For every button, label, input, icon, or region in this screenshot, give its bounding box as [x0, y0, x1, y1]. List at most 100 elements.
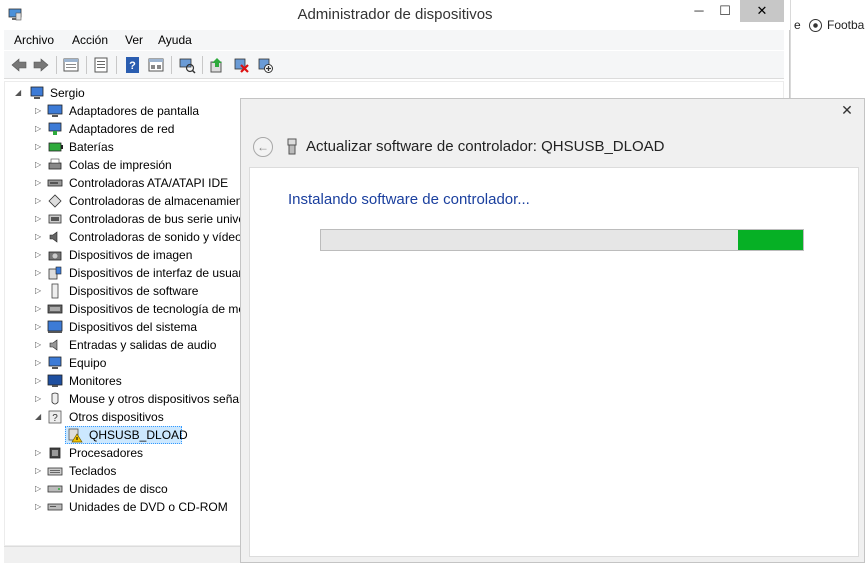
tree-item[interactable]: ▷ Dispositivos del sistema: [5, 318, 240, 336]
expand-arrow-icon[interactable]: ▷: [35, 359, 43, 367]
expand-arrow-icon[interactable]: ▷: [35, 125, 43, 133]
speaker-icon: [47, 337, 63, 353]
menu-ver[interactable]: Ver: [125, 33, 143, 47]
expand-arrow-icon[interactable]: ▷: [35, 161, 43, 169]
expand-arrow-icon[interactable]: ▷: [35, 233, 43, 241]
expand-arrow-icon[interactable]: ▷: [35, 143, 43, 151]
tree-item-label: Otros dispositivos: [69, 410, 164, 424]
hid-icon: [47, 265, 63, 281]
tree-item[interactable]: ▷ Dispositivos de tecnología de memoria: [5, 300, 240, 318]
tree-item[interactable]: ▷ Procesadores: [5, 444, 240, 462]
expand-arrow-icon[interactable]: ▷: [35, 341, 43, 349]
expand-arrow-icon[interactable]: ▷: [35, 377, 43, 385]
camera-icon: [47, 247, 63, 263]
toolbar: ?: [4, 51, 784, 79]
tree-item[interactable]: ▷ Entradas y salidas de audio: [5, 336, 240, 354]
tree-item[interactable]: ▷ Controladoras de almacenamiento: [5, 192, 240, 210]
tree-item-label: Entradas y salidas de audio: [69, 338, 217, 352]
menu-ayuda[interactable]: Ayuda: [158, 33, 192, 47]
collapse-arrow-icon[interactable]: ◢: [15, 89, 23, 97]
tree-item[interactable]: ▷ Controladoras de bus serie universal: [5, 210, 240, 228]
window-title: Administrador de dispositivos: [297, 6, 493, 23]
tree-item[interactable]: ▷ Adaptadores de pantalla: [5, 102, 240, 120]
tree-item[interactable]: ▷ Unidades de disco: [5, 480, 240, 498]
expand-arrow-icon[interactable]: ▷: [35, 485, 43, 493]
expand-arrow-icon[interactable]: ▷: [35, 107, 43, 115]
display-adapter-icon: [47, 103, 63, 119]
tree-item[interactable]: ▷ Equipo: [5, 354, 240, 372]
expand-arrow-icon[interactable]: ▷: [35, 503, 43, 511]
uninstall-icon[interactable]: [232, 56, 250, 74]
back-icon[interactable]: [10, 56, 28, 74]
ide-controller-icon: [47, 175, 63, 191]
svg-text:?: ?: [52, 413, 58, 424]
details-icon[interactable]: [147, 56, 165, 74]
tree-item[interactable]: ▷ Controladoras de sonido y vídeo y dispo…: [5, 228, 240, 246]
close-button[interactable]: ✕: [740, 0, 784, 22]
tree-item[interactable]: ▷ Teclados: [5, 462, 240, 480]
tree-item-label: Equipo: [69, 356, 107, 370]
menu-accion[interactable]: Acción: [72, 33, 108, 47]
minimize-button[interactable]: ─: [688, 0, 710, 22]
background-tab-fragment: e: [794, 18, 801, 32]
tree-item-label: Adaptadores de pantalla: [69, 104, 200, 118]
expand-arrow-icon[interactable]: ▷: [35, 323, 43, 331]
back-button[interactable]: ←: [253, 137, 273, 157]
tree-item[interactable]: ▷ Dispositivos de imagen: [5, 246, 240, 264]
help-icon[interactable]: ?: [124, 56, 142, 74]
tree-item-label: Dispositivos de tecnología de memoria: [69, 302, 240, 316]
tree-item[interactable]: ▷ Mouse y otros dispositivos señaladores: [5, 390, 240, 408]
expand-arrow-icon[interactable]: ▷: [35, 215, 43, 223]
title-bar[interactable]: Administrador de dispositivos ─ ☐ ✕: [0, 0, 790, 30]
forward-icon[interactable]: [32, 56, 50, 74]
expand-arrow-icon[interactable]: ▷: [35, 467, 43, 475]
disk-icon: [47, 481, 63, 497]
tree-item-label: Controladoras de bus serie universal: [69, 212, 240, 226]
expand-arrow-icon[interactable]: ▷: [35, 305, 43, 313]
properties-icon[interactable]: [62, 56, 80, 74]
expand-arrow-icon[interactable]: ▷: [35, 179, 43, 187]
menu-archivo[interactable]: Archivo: [14, 33, 54, 47]
keyboard-icon: [47, 463, 63, 479]
tree-item[interactable]: ▷ Unidades de DVD o CD-ROM: [5, 498, 240, 516]
tree-item[interactable]: ▷ Adaptadores de red: [5, 120, 240, 138]
svg-text:?: ?: [129, 60, 136, 72]
list-view-icon[interactable]: [92, 56, 110, 74]
tree-item[interactable]: ◢? Otros dispositivos: [5, 408, 240, 426]
tree-item[interactable]: ▷ Dispositivos de interfaz de usuario (HI…: [5, 264, 240, 282]
tree-item[interactable]: ▷ Monitores: [5, 372, 240, 390]
collapse-arrow-icon[interactable]: ◢: [35, 413, 43, 421]
expand-arrow-icon[interactable]: ▷: [35, 197, 43, 205]
storage-controller-icon: [47, 193, 63, 209]
expand-arrow-icon[interactable]: ▷: [35, 251, 43, 259]
background-tab-label[interactable]: Footba: [827, 18, 864, 32]
tree-item[interactable]: ▷ Controladoras ATA/ATAPI IDE: [5, 174, 240, 192]
update-driver-dialog: ✕ ← Actualizar software de controlador: …: [240, 98, 865, 563]
progress-bar: [320, 229, 804, 251]
tree-item-label: Dispositivos de software: [69, 284, 199, 298]
tree-item-label: Adaptadores de red: [69, 122, 175, 136]
expand-arrow-icon[interactable]: ▷: [35, 395, 43, 403]
maximize-button[interactable]: ☐: [714, 0, 736, 22]
menu-bar: Archivo Acción Ver Ayuda: [4, 30, 784, 50]
tree-item-label: Dispositivos del sistema: [69, 320, 198, 334]
tree-item-label: Teclados: [69, 464, 117, 478]
tree-child-item[interactable]: QHSUSB_DLOAD: [5, 426, 240, 444]
network-adapter-icon: [47, 121, 63, 137]
warning-device-icon: [67, 427, 83, 443]
tree-item[interactable]: ▷ Baterías: [5, 138, 240, 156]
dialog-close-button[interactable]: ✕: [830, 99, 864, 121]
tree-item-label: QHSUSB_DLOAD: [89, 428, 188, 442]
tree-item-label: Unidades de DVD o CD-ROM: [69, 500, 228, 514]
tree-item[interactable]: ▷ Dispositivos de software: [5, 282, 240, 300]
scan-hardware-icon[interactable]: [178, 56, 196, 74]
update-driver-icon[interactable]: [208, 56, 226, 74]
processor-icon: [47, 445, 63, 461]
expand-arrow-icon[interactable]: ▷: [35, 287, 43, 295]
installing-message: Instalando software de controlador...: [288, 191, 530, 208]
disable-icon[interactable]: [256, 56, 274, 74]
tree-item-label: Procesadores: [69, 446, 144, 460]
expand-arrow-icon[interactable]: ▷: [35, 449, 43, 457]
tree-item[interactable]: ▷ Colas de impresión: [5, 156, 240, 174]
expand-arrow-icon[interactable]: ▷: [35, 269, 43, 277]
